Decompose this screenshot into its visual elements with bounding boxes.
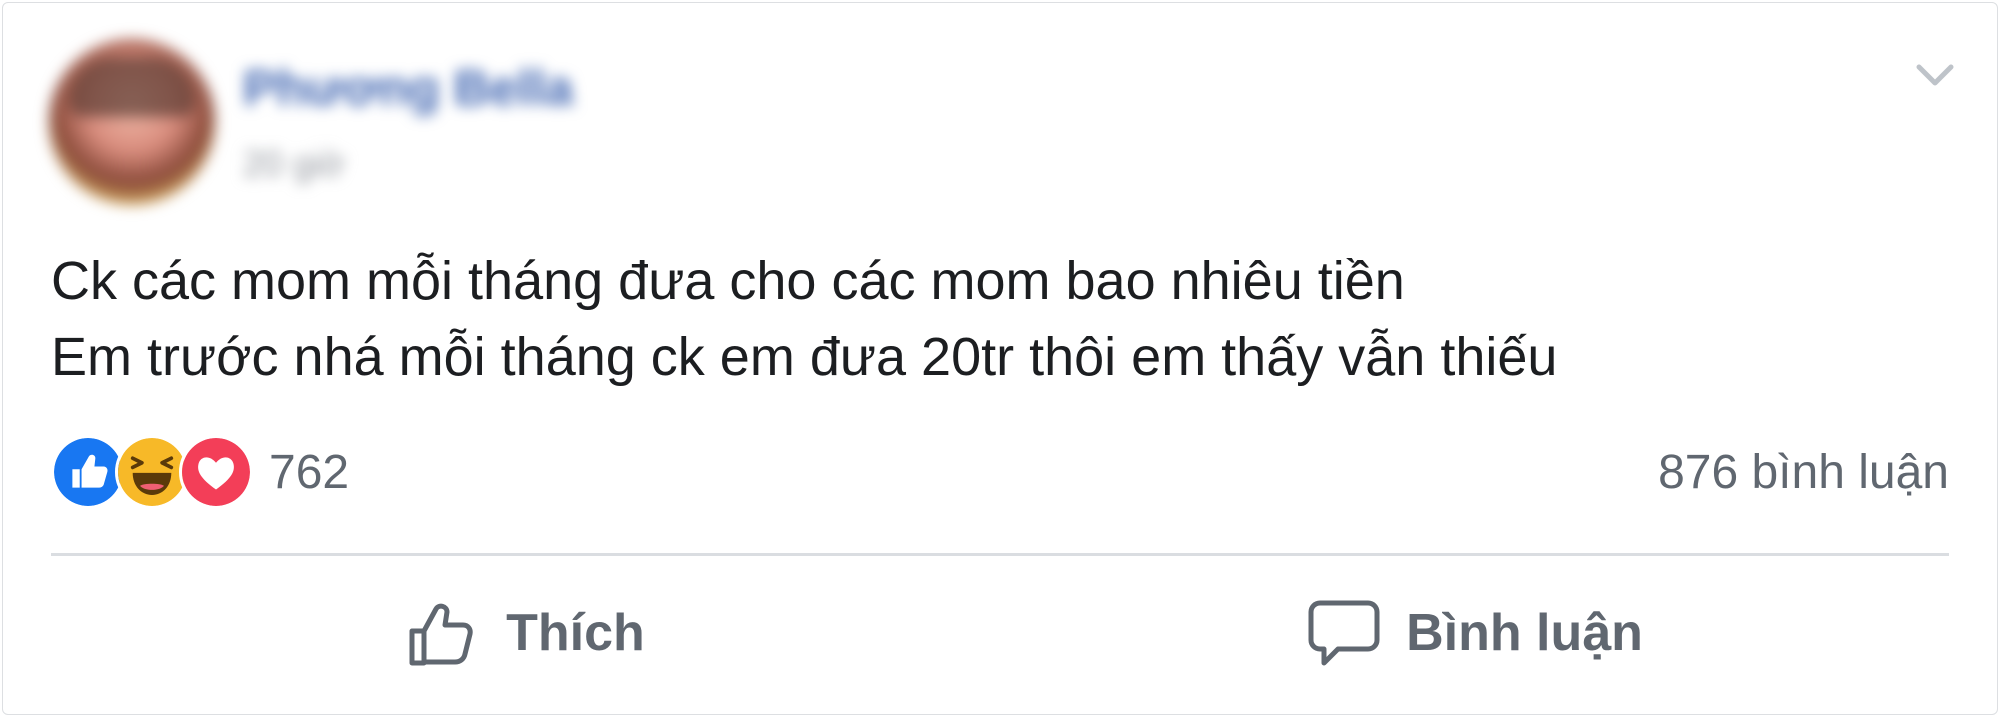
post-body: Ck các mom mỗi tháng đưa cho các mom bao… [51,243,1557,395]
post-actions-bar: Thích Bình luận [51,563,1949,703]
comment-button[interactable]: Bình luận [1000,563,1949,703]
post-body-line: Em trước nhá mỗi tháng ck em đưa 20tr th… [51,327,1558,387]
comment-button-label: Bình luận [1406,604,1643,662]
like-reaction-icon [51,435,125,509]
comment-count-link[interactable]: 876 bình luận [1658,445,1949,500]
like-button-label: Thích [506,604,645,662]
reaction-count: 762 [269,445,350,499]
divider [51,553,1949,556]
like-button[interactable]: Thích [51,563,1000,703]
post-timestamp[interactable]: 20 giờ [243,143,345,185]
facebook-post-card: Phương Bella 20 giờ Ck các mom mỗi tháng… [2,2,1998,715]
love-reaction-icon [179,435,253,509]
post-body-line: Ck các mom mỗi tháng đưa cho các mom bao… [51,251,1405,311]
author-name[interactable]: Phương Bella [243,59,573,117]
reactions-summary[interactable]: 762 [51,433,349,511]
haha-reaction-icon [115,435,189,509]
thumbs-up-icon [406,595,482,671]
chevron-down-icon[interactable] [1915,55,1955,95]
author-avatar[interactable] [49,39,215,205]
comment-bubble-icon [1306,595,1382,671]
